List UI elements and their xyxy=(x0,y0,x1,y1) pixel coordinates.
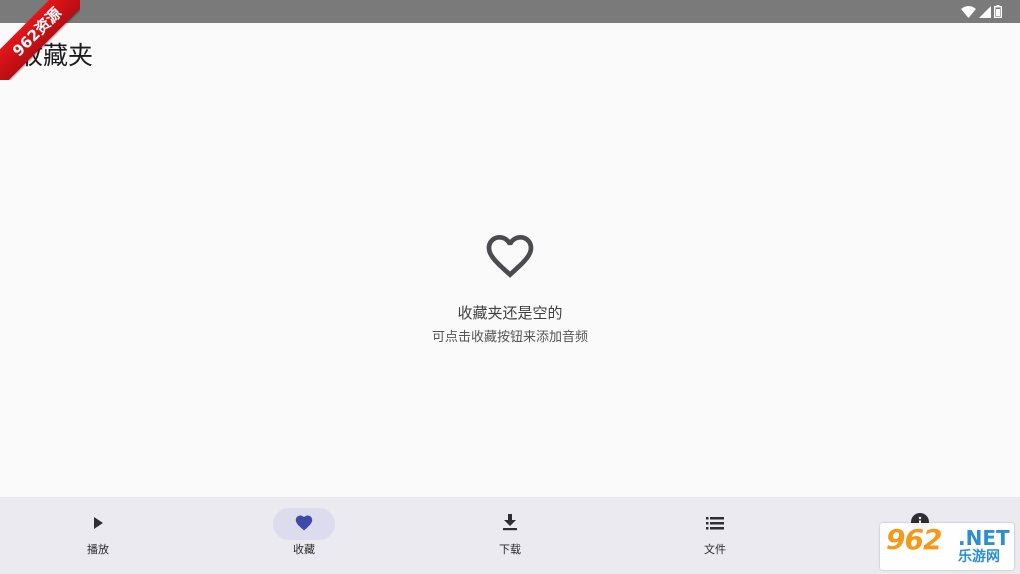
nav-item-download[interactable]: 下载 xyxy=(450,497,570,574)
nav-item-play[interactable]: 播放 xyxy=(38,497,158,574)
cell-signal-icon xyxy=(979,5,991,18)
nav-pill xyxy=(479,508,541,540)
empty-state-subtitle: 可点击收藏按钮来添加音频 xyxy=(431,330,588,345)
app-window: 收藏夹 962资源 收藏夹还是空的 可点击收藏按钮来添加音频 播放 收藏 下载 … xyxy=(0,0,1020,574)
watermark-ribbon-text: 962资源 xyxy=(0,0,80,80)
nav-label: 下载 xyxy=(499,543,521,556)
nav-pill xyxy=(67,508,129,540)
play-icon xyxy=(91,515,105,534)
nav-item-favorites[interactable]: 收藏 xyxy=(244,497,364,574)
empty-state-title: 收藏夹还是空的 xyxy=(457,304,563,322)
nav-pill xyxy=(684,508,746,540)
watermark-logo-subtitle: 乐游网 xyxy=(958,549,1000,565)
empty-state: 收藏夹还是空的 可点击收藏按钮来添加音频 xyxy=(0,228,1020,347)
battery-icon xyxy=(994,5,1002,18)
watermark-logo: 962 .NET 乐游网 xyxy=(880,523,1014,570)
status-bar xyxy=(0,0,1020,23)
status-icons xyxy=(961,4,1002,19)
wifi-icon xyxy=(961,5,976,18)
heart-icon xyxy=(294,513,314,535)
nav-label: 收藏 xyxy=(293,543,315,556)
nav-label: 文件 xyxy=(704,543,726,556)
heart-outline-icon xyxy=(482,228,538,288)
nav-item-files[interactable]: 文件 xyxy=(655,497,775,574)
watermark-logo-number: 962 xyxy=(886,523,942,556)
watermark-ribbon: 962资源 xyxy=(0,0,80,80)
watermark-logo-suffix: .NET xyxy=(958,526,1010,550)
list-icon xyxy=(706,515,724,534)
bottom-navigation: 播放 收藏 下载 文件 xyxy=(0,497,1020,574)
nav-pill-active xyxy=(273,508,335,540)
download-icon xyxy=(502,513,518,535)
nav-label: 播放 xyxy=(87,543,109,556)
